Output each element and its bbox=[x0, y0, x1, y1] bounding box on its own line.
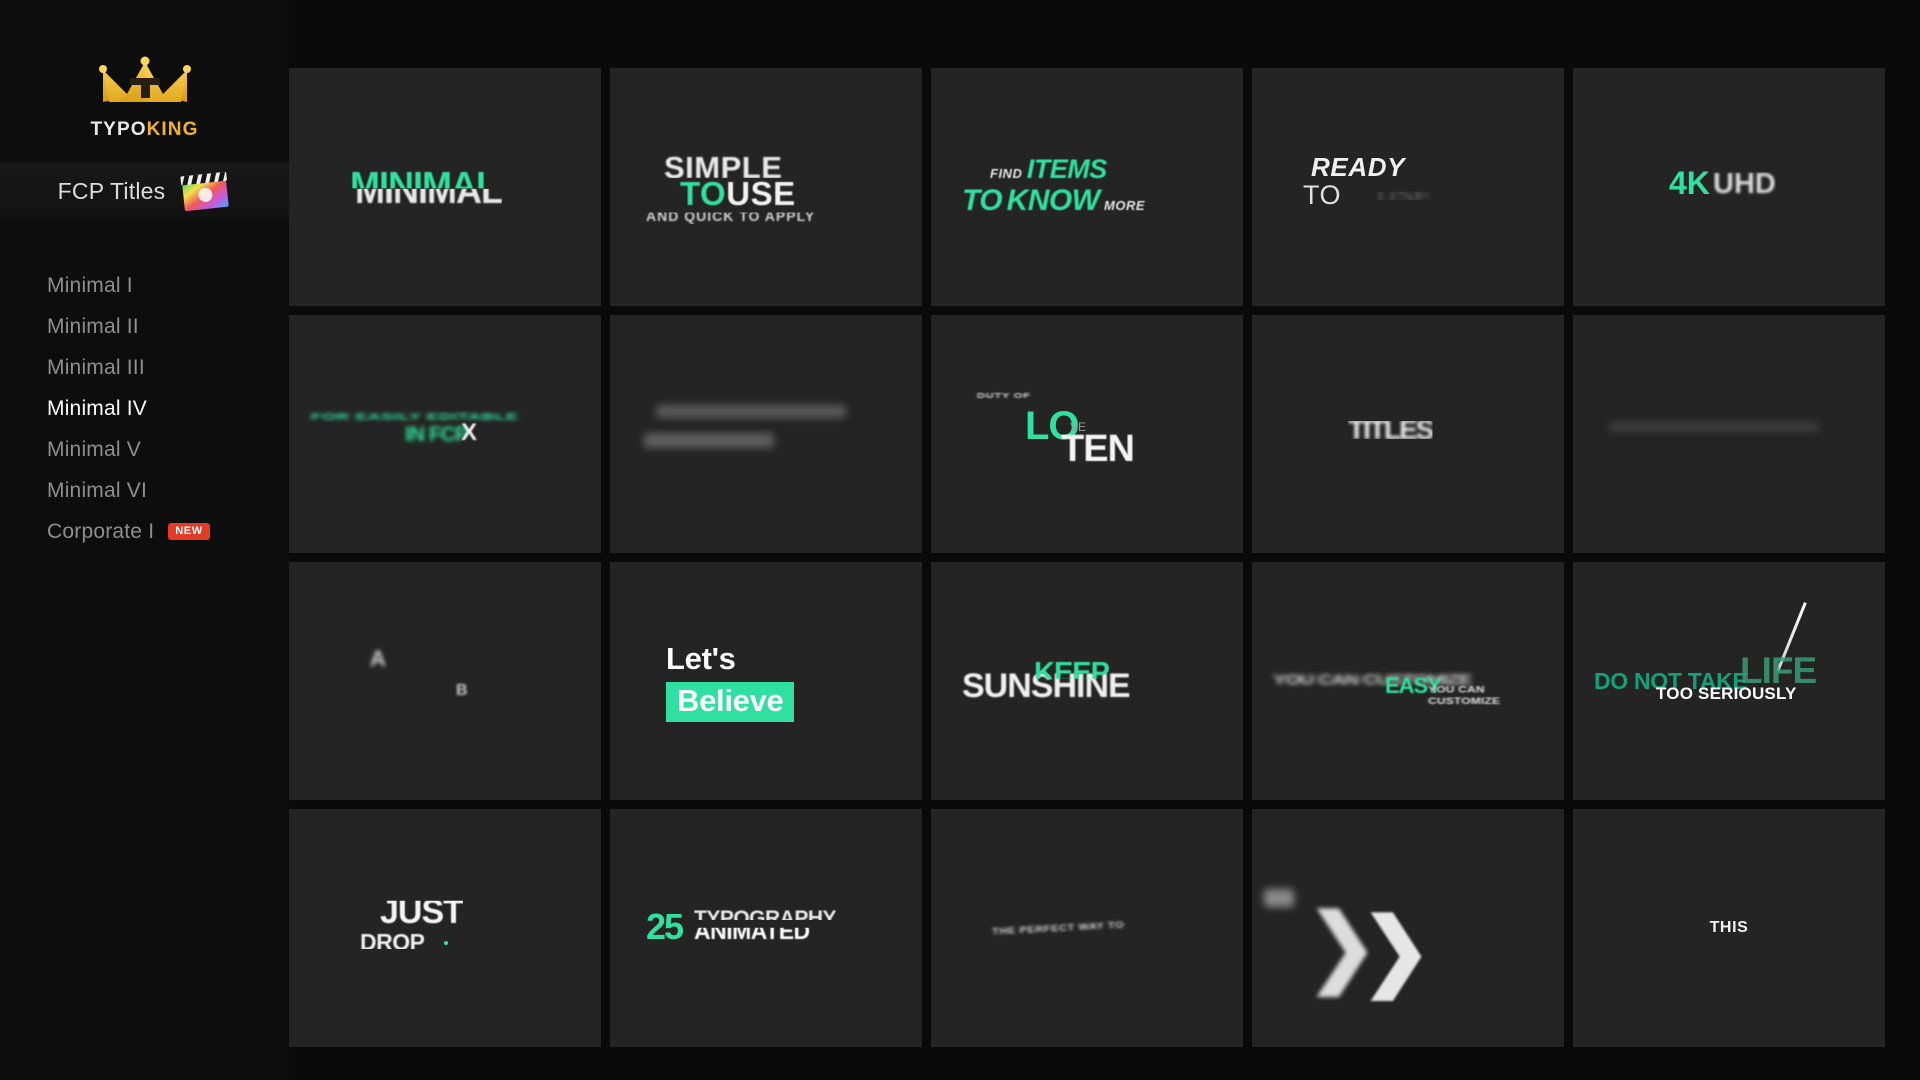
motion-blur-blot bbox=[1264, 889, 1294, 907]
card-text-line: TYPOGRAPHY bbox=[694, 907, 837, 930]
card-text-line: DUTY OF bbox=[977, 391, 1031, 401]
brand-name-accent: KING bbox=[146, 119, 199, 140]
template-card-ready-to[interactable]: READY TO USE bbox=[1252, 68, 1564, 306]
template-card-fading-line[interactable] bbox=[1573, 315, 1885, 553]
sidebar-item-label: Minimal V bbox=[47, 437, 141, 461]
card-text-line: 25 bbox=[646, 906, 684, 947]
motion-blur-bar bbox=[656, 405, 846, 418]
template-card-this[interactable]: THIS bbox=[1573, 809, 1885, 1047]
card-text-line: FOR EASILY EDITABLE bbox=[311, 410, 519, 423]
brand-wordmark: TYPOKING bbox=[90, 119, 198, 141]
card-text-line: YOU CAN CUSTOMIZE bbox=[1428, 683, 1501, 707]
card-text-line: TITLES bbox=[1348, 414, 1433, 445]
crown-icon bbox=[97, 54, 193, 110]
template-card-lets-believe[interactable]: Let's Believe bbox=[610, 562, 922, 800]
card-text-line: TOO SERIOUSLY bbox=[1656, 684, 1797, 703]
template-card-letter-fragments[interactable]: A B bbox=[289, 562, 601, 800]
sidebar-item-minimal-v[interactable]: Minimal V bbox=[47, 429, 289, 470]
card-text-line: TO bbox=[962, 184, 1003, 217]
sidebar-item-minimal-ii[interactable]: Minimal II bbox=[47, 306, 289, 347]
card-text-line: JUST bbox=[380, 893, 463, 931]
card-text-line: UHD bbox=[1713, 168, 1776, 200]
card-text-line: TO bbox=[680, 175, 727, 212]
card-text-line: 4K bbox=[1669, 165, 1710, 201]
sidebar-item-minimal-iv[interactable]: Minimal IV bbox=[47, 388, 289, 429]
app-root: TYPOKING FCP Titles Minimal I Minimal II… bbox=[0, 0, 1920, 1080]
card-text-line: X bbox=[461, 419, 478, 446]
template-card-small-caption[interactable]: THE PERFECT WAY TO bbox=[931, 809, 1243, 1047]
template-card-minimal[interactable]: MINIMAL MINIMAL bbox=[289, 68, 601, 306]
template-card-find-items[interactable]: FIND ITEMS TO KNOW MORE bbox=[931, 68, 1243, 306]
card-text-line: FIND bbox=[990, 166, 1023, 181]
card-text-line: Let's bbox=[666, 640, 736, 676]
chevron-right-icon: ❯ bbox=[1360, 902, 1433, 998]
sidebar-item-minimal-vi[interactable]: Minimal VI bbox=[47, 470, 289, 511]
sidebar-item-label: Corporate I bbox=[47, 519, 155, 543]
card-text-line: A bbox=[370, 646, 386, 671]
product-selector-fcp-titles[interactable]: FCP Titles bbox=[0, 163, 289, 219]
template-card-do-not-take-life[interactable]: DO NOT TAKE LIFE TOO SERIOUSLY bbox=[1573, 562, 1885, 800]
card-text-line: USE bbox=[1377, 180, 1432, 210]
card-text-line: READY bbox=[1311, 152, 1406, 182]
card-text-line: MORE bbox=[1104, 198, 1146, 213]
card-text-line: ITEMS bbox=[1026, 154, 1108, 184]
sidebar-item-label: Minimal II bbox=[47, 314, 139, 338]
template-card-25-typography[interactable]: 25 TYPOGRAPHY ANIMATED bbox=[610, 809, 922, 1047]
card-text-line: B bbox=[456, 682, 468, 699]
card-text-line: USE bbox=[726, 175, 796, 212]
sidebar-menu: Minimal I Minimal II Minimal III Minimal… bbox=[0, 265, 289, 552]
status-badge-new: NEW bbox=[168, 523, 210, 540]
template-card-just-drop[interactable]: JUST DROP bbox=[289, 809, 601, 1047]
brand-name-primary: TYPO bbox=[90, 119, 147, 140]
card-text-line: TO bbox=[1303, 180, 1342, 210]
card-text-line: DROP bbox=[360, 929, 425, 955]
sidebar-item-label: Minimal VI bbox=[47, 478, 148, 502]
template-card-motion-word[interactable]: TITLES bbox=[1252, 315, 1564, 553]
card-text-line: KNOW bbox=[1006, 184, 1100, 217]
motion-blur-bar bbox=[1609, 423, 1819, 431]
template-card-chevron-motion[interactable]: ❯ ❯ bbox=[1252, 809, 1564, 1047]
final-cut-pro-clapperboard-icon bbox=[179, 170, 231, 212]
template-card-blurred-lines[interactable] bbox=[610, 315, 922, 553]
product-label: FCP Titles bbox=[57, 177, 166, 204]
template-card-keep-sunshine[interactable]: SUNSHINE KEEP bbox=[931, 562, 1243, 800]
card-text-line: THE PERFECT WAY TO bbox=[991, 920, 1125, 938]
template-card-four-k[interactable]: 4K UHD bbox=[1573, 68, 1885, 306]
template-grid: MINIMAL MINIMAL SIMPLE TOUSE AND QUICK T… bbox=[289, 68, 1885, 1047]
brand-block: TYPOKING bbox=[0, 0, 289, 141]
accent-dot bbox=[444, 941, 448, 945]
card-text-line: ANIMATED bbox=[694, 918, 810, 944]
sidebar-item-label: Minimal I bbox=[47, 273, 133, 297]
sidebar-item-minimal-iii[interactable]: Minimal III bbox=[47, 347, 289, 388]
sidebar: TYPOKING FCP Titles Minimal I Minimal II… bbox=[0, 0, 289, 1080]
template-card-simple-to-use[interactable]: SIMPLE TOUSE AND QUICK TO APPLY bbox=[610, 68, 922, 306]
card-text-line: TEN bbox=[1061, 428, 1135, 470]
sidebar-item-corporate-i[interactable]: Corporate I NEW bbox=[47, 511, 289, 552]
card-text-line: IN FCP bbox=[405, 423, 469, 446]
motion-blur-bar bbox=[644, 433, 774, 448]
template-card-editable-motion[interactable]: FOR EASILY EDITABLE IN FCP X bbox=[289, 315, 601, 553]
preview-grid-area: MINIMAL MINIMAL SIMPLE TOUSE AND QUICK T… bbox=[289, 0, 1920, 1080]
card-text-highlight: Believe bbox=[666, 681, 795, 722]
template-card-easy-customize[interactable]: YOU CAN CUSTOMIZE EASY YOU CAN CUSTOMIZE bbox=[1252, 562, 1564, 800]
template-card-duty-of-love[interactable]: DUTY OF LO VE TEN bbox=[931, 315, 1243, 553]
card-text-line: THIS bbox=[1709, 919, 1749, 936]
sidebar-item-label: Minimal III bbox=[47, 355, 145, 379]
sidebar-item-label: Minimal IV bbox=[47, 396, 148, 420]
sidebar-item-minimal-i[interactable]: Minimal I bbox=[47, 265, 289, 306]
